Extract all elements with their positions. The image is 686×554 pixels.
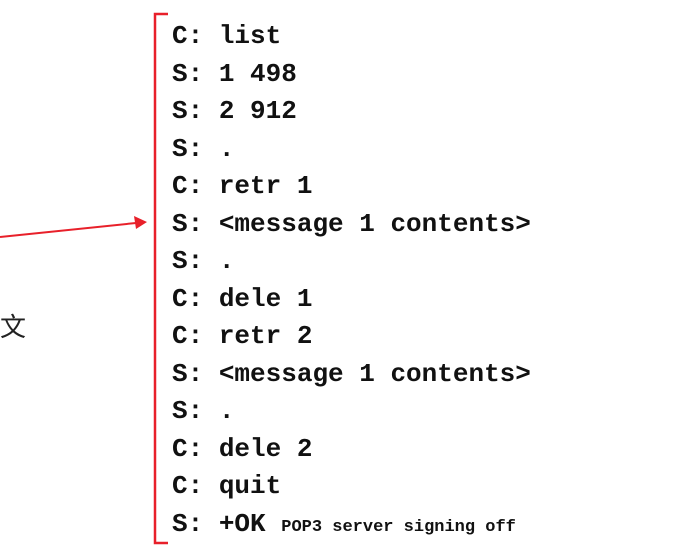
dialog-line: C: dele 2 — [172, 431, 531, 469]
dialog-line: S: 1 498 — [172, 56, 531, 94]
command-text: quit — [218, 471, 282, 501]
dialog-line: S: . — [172, 131, 531, 169]
speaker-label: C: — [172, 321, 204, 351]
speaker-label: S: — [172, 133, 204, 164]
dialog-line: S: +OK POP3 server signing off — [172, 506, 531, 544]
dialog-line: C: list — [172, 18, 531, 56]
speaker-label: S: — [172, 58, 204, 89]
dialog-line: C: retr 2 — [172, 318, 531, 356]
command-text: 1 498 — [218, 58, 297, 89]
command-text: . — [218, 396, 235, 426]
dialog-line: S: . — [172, 243, 531, 281]
speaker-label: S: — [172, 246, 204, 276]
dialog-line: S: <message 1 contents> — [172, 356, 531, 394]
red-bracket — [153, 12, 168, 545]
speaker-label: S: — [172, 208, 204, 239]
speaker-label: C: — [172, 471, 204, 501]
command-text: <message 1 contents> — [218, 208, 531, 239]
command-text: dele 2 — [218, 433, 313, 464]
command-text: +OK — [218, 508, 266, 539]
red-arrow-head — [134, 216, 147, 229]
command-text: . — [218, 246, 235, 276]
speaker-label: S: — [172, 358, 204, 389]
speaker-label: C: — [172, 171, 204, 201]
red-arrow-line — [0, 222, 137, 238]
dialog-line: S: . — [172, 393, 531, 431]
command-text: 2 912 — [218, 96, 297, 126]
command-text: list — [218, 21, 282, 51]
command-note-text: POP3 server signing off — [281, 517, 516, 537]
command-text: retr 2 — [218, 321, 313, 351]
command-text: . — [218, 133, 235, 164]
dialog-line: C: retr 1 — [172, 168, 531, 206]
dialog-line: S: <message 1 contents> — [172, 206, 531, 244]
command-text: dele 1 — [218, 283, 313, 314]
side-text: 文 — [0, 313, 27, 343]
pop3-dialog-diagram: 文 C: list S: 1 498 S: 2 912 S: . C: retr 1 S:… — [0, 0, 686, 554]
command-text: retr 1 — [218, 171, 313, 201]
speaker-label: C: — [172, 21, 204, 51]
dialog-line: S: 2 912 — [172, 93, 531, 131]
speaker-label: S: — [172, 396, 204, 426]
command-text: <message 1 contents> — [218, 358, 531, 389]
speaker-label: S: — [172, 508, 204, 539]
dialog-lines: C: list S: 1 498 S: 2 912 S: . C: retr 1 S: <… — [172, 18, 531, 543]
dialog-line: C: dele 1 — [172, 281, 531, 319]
speaker-label: C: — [172, 433, 204, 464]
speaker-label: C: — [172, 283, 204, 314]
dialog-line: C: quit — [172, 468, 531, 506]
speaker-label: S: — [172, 96, 204, 126]
